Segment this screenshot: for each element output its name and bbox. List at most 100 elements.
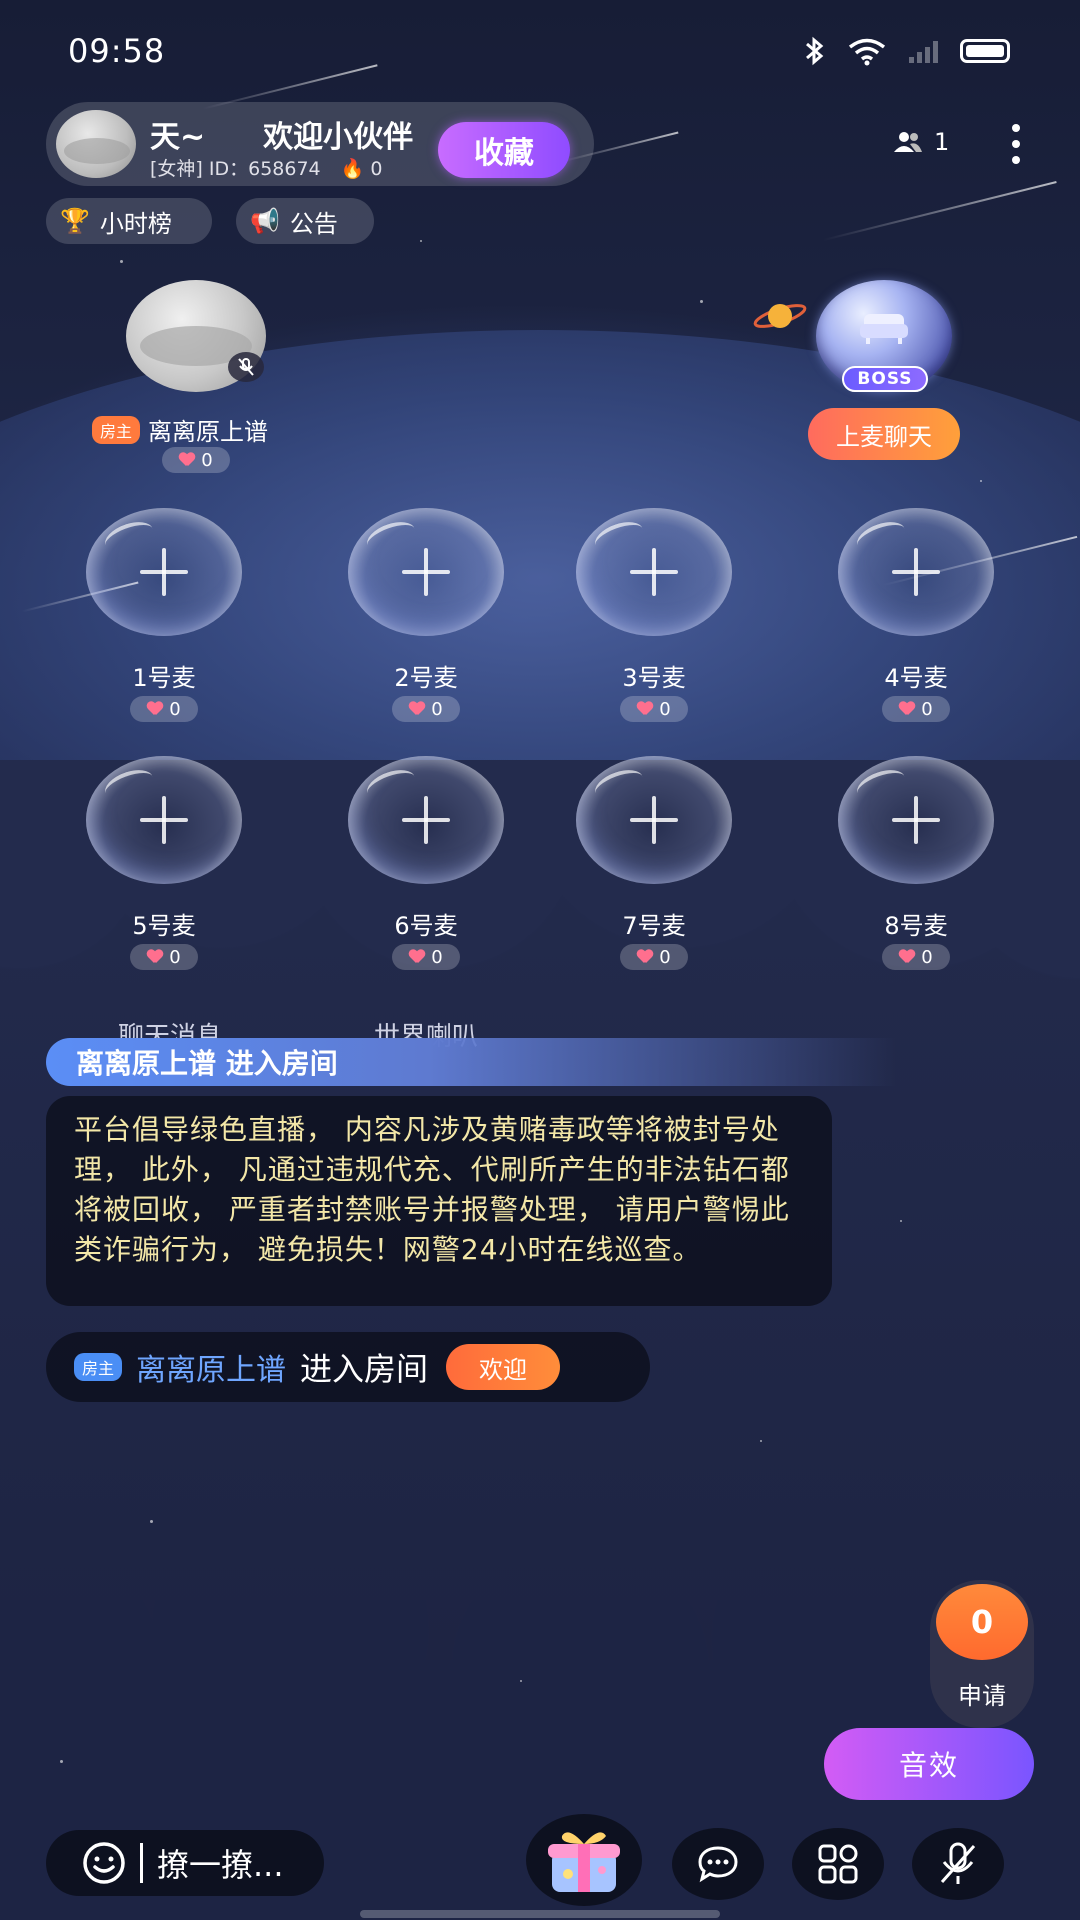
seat-likes-count: 0 bbox=[659, 698, 671, 720]
room-subtitle: [女神] ID：658674 🔥 0 bbox=[150, 154, 383, 181]
seat-likes: 0 bbox=[620, 696, 688, 722]
room-title: 天~ 欢迎小伙伴 bbox=[150, 112, 450, 156]
online-number: 1 bbox=[934, 128, 950, 156]
host-likes: 0 bbox=[162, 447, 230, 473]
join-mic-button[interactable]: 上麦聊天 bbox=[808, 408, 960, 460]
mic-muted-icon bbox=[228, 352, 264, 382]
heart-icon bbox=[409, 702, 425, 716]
seat-likes: 0 bbox=[882, 944, 950, 970]
enter-room-banner: 离离原上谱 进入房间 bbox=[46, 1038, 896, 1086]
chat-action-text: 进入房间 bbox=[300, 1350, 429, 1388]
seat-likes: 0 bbox=[882, 696, 950, 722]
star bbox=[980, 480, 982, 482]
messages-button[interactable] bbox=[672, 1828, 764, 1900]
trophy-icon: 🏆 bbox=[60, 207, 90, 235]
heart-icon bbox=[147, 950, 163, 964]
gift-button[interactable] bbox=[526, 1814, 642, 1906]
seat-label: 8号麦 bbox=[884, 912, 948, 940]
status-icons bbox=[803, 36, 1010, 66]
star bbox=[760, 1440, 762, 1442]
mic-seat-6[interactable] bbox=[348, 756, 504, 884]
mic-seat-1[interactable] bbox=[86, 508, 242, 636]
star bbox=[420, 240, 422, 242]
heart-icon bbox=[147, 702, 163, 716]
hourly-rank-button[interactable]: 🏆 小时榜 bbox=[46, 198, 212, 244]
home-indicator[interactable] bbox=[360, 1910, 720, 1918]
seat-likes-count: 0 bbox=[169, 946, 181, 968]
star bbox=[120, 260, 123, 263]
seat-likes: 0 bbox=[620, 944, 688, 970]
status-bar: 09:58 bbox=[0, 0, 1080, 106]
mic-seat-7[interactable] bbox=[576, 756, 732, 884]
heart-icon bbox=[637, 702, 653, 716]
room-marquee: 欢迎小伙伴 bbox=[263, 120, 414, 155]
sofa-icon bbox=[860, 314, 908, 344]
chat-input[interactable]: 撩一撩... bbox=[46, 1830, 324, 1896]
sound-effects-button[interactable]: 音效 bbox=[824, 1728, 1034, 1800]
online-count[interactable]: 1 bbox=[892, 128, 949, 156]
seat-label: 4号麦 bbox=[884, 664, 948, 692]
seat-likes-count: 0 bbox=[431, 946, 443, 968]
room-avatar[interactable] bbox=[56, 110, 136, 178]
fire-icon: 🔥 bbox=[340, 158, 365, 180]
welcome-button[interactable]: 欢迎 bbox=[446, 1344, 561, 1390]
meteor bbox=[823, 180, 1057, 242]
seat-likes-count: 0 bbox=[431, 698, 443, 720]
room-badge: [女神] bbox=[150, 158, 203, 180]
seat-label: 2号麦 bbox=[394, 664, 458, 692]
seat-label: 7号麦 bbox=[622, 912, 686, 940]
seat-likes: 0 bbox=[130, 696, 198, 722]
seat-label: 1号麦 bbox=[132, 664, 196, 692]
users-icon bbox=[894, 132, 922, 152]
plus-icon bbox=[892, 548, 940, 596]
more-options-icon[interactable] bbox=[1006, 124, 1026, 164]
seat-likes-count: 0 bbox=[921, 698, 933, 720]
seat-label: 6号麦 bbox=[394, 912, 458, 940]
host-name-row: 房主 离离原上谱 bbox=[92, 412, 268, 447]
boss-badge: BOSS bbox=[842, 366, 928, 392]
seat-likes-count: 0 bbox=[921, 946, 933, 968]
platform-notice: 平台倡导绿色直播， 内容凡涉及黄赌毒政等将被封号处理， 此外， 凡通过违规代充、… bbox=[46, 1096, 832, 1306]
plus-icon bbox=[140, 548, 188, 596]
star bbox=[60, 1760, 63, 1763]
seat-likes: 0 bbox=[392, 696, 460, 722]
mic-seat-5[interactable] bbox=[86, 756, 242, 884]
apply-label: 申请 bbox=[958, 1682, 1006, 1710]
announcement-label: 公告 bbox=[289, 209, 338, 238]
mic-seat-8[interactable] bbox=[838, 756, 994, 884]
seat-label: 3号麦 bbox=[622, 664, 686, 692]
room-heat: 0 bbox=[370, 158, 383, 180]
seat-likes: 0 bbox=[392, 944, 460, 970]
apply-count[interactable]: 0 bbox=[936, 1584, 1028, 1660]
smiley-icon[interactable] bbox=[82, 1841, 126, 1885]
owner-tag: 房主 bbox=[74, 1353, 123, 1381]
heart-icon bbox=[899, 950, 915, 964]
chat-enter-message: 房主 离离原上谱 进入房间 欢迎 bbox=[46, 1332, 650, 1402]
mic-seat-3[interactable] bbox=[576, 508, 732, 636]
heart-icon bbox=[179, 453, 195, 467]
mic-seat-4[interactable] bbox=[838, 508, 994, 636]
seat-label: 5号麦 bbox=[132, 912, 196, 940]
mic-seat-2[interactable] bbox=[348, 508, 504, 636]
seat-likes-count: 0 bbox=[659, 946, 671, 968]
mic-off-icon bbox=[940, 1842, 976, 1884]
plus-icon bbox=[630, 548, 678, 596]
planet-icon bbox=[753, 304, 807, 328]
heart-icon bbox=[637, 950, 653, 964]
star bbox=[900, 1220, 902, 1222]
chat-user-name[interactable]: 离离原上谱 bbox=[136, 1345, 286, 1389]
heart-icon bbox=[899, 702, 915, 716]
plus-icon bbox=[402, 548, 450, 596]
seat-likes-count: 0 bbox=[169, 698, 181, 720]
signal-icon bbox=[909, 39, 938, 63]
status-time: 09:58 bbox=[68, 32, 166, 70]
chat-bubble-icon bbox=[698, 1846, 738, 1883]
announcement-button[interactable]: 📢 公告 bbox=[236, 198, 374, 244]
plus-icon bbox=[140, 796, 188, 844]
wifi-icon bbox=[848, 38, 886, 66]
hourly-rank-label: 小时榜 bbox=[99, 209, 172, 238]
mic-toggle-button[interactable] bbox=[912, 1828, 1004, 1900]
apps-button[interactable] bbox=[792, 1828, 884, 1900]
heart-icon bbox=[409, 950, 425, 964]
favorite-button[interactable]: 收藏 bbox=[438, 122, 570, 178]
